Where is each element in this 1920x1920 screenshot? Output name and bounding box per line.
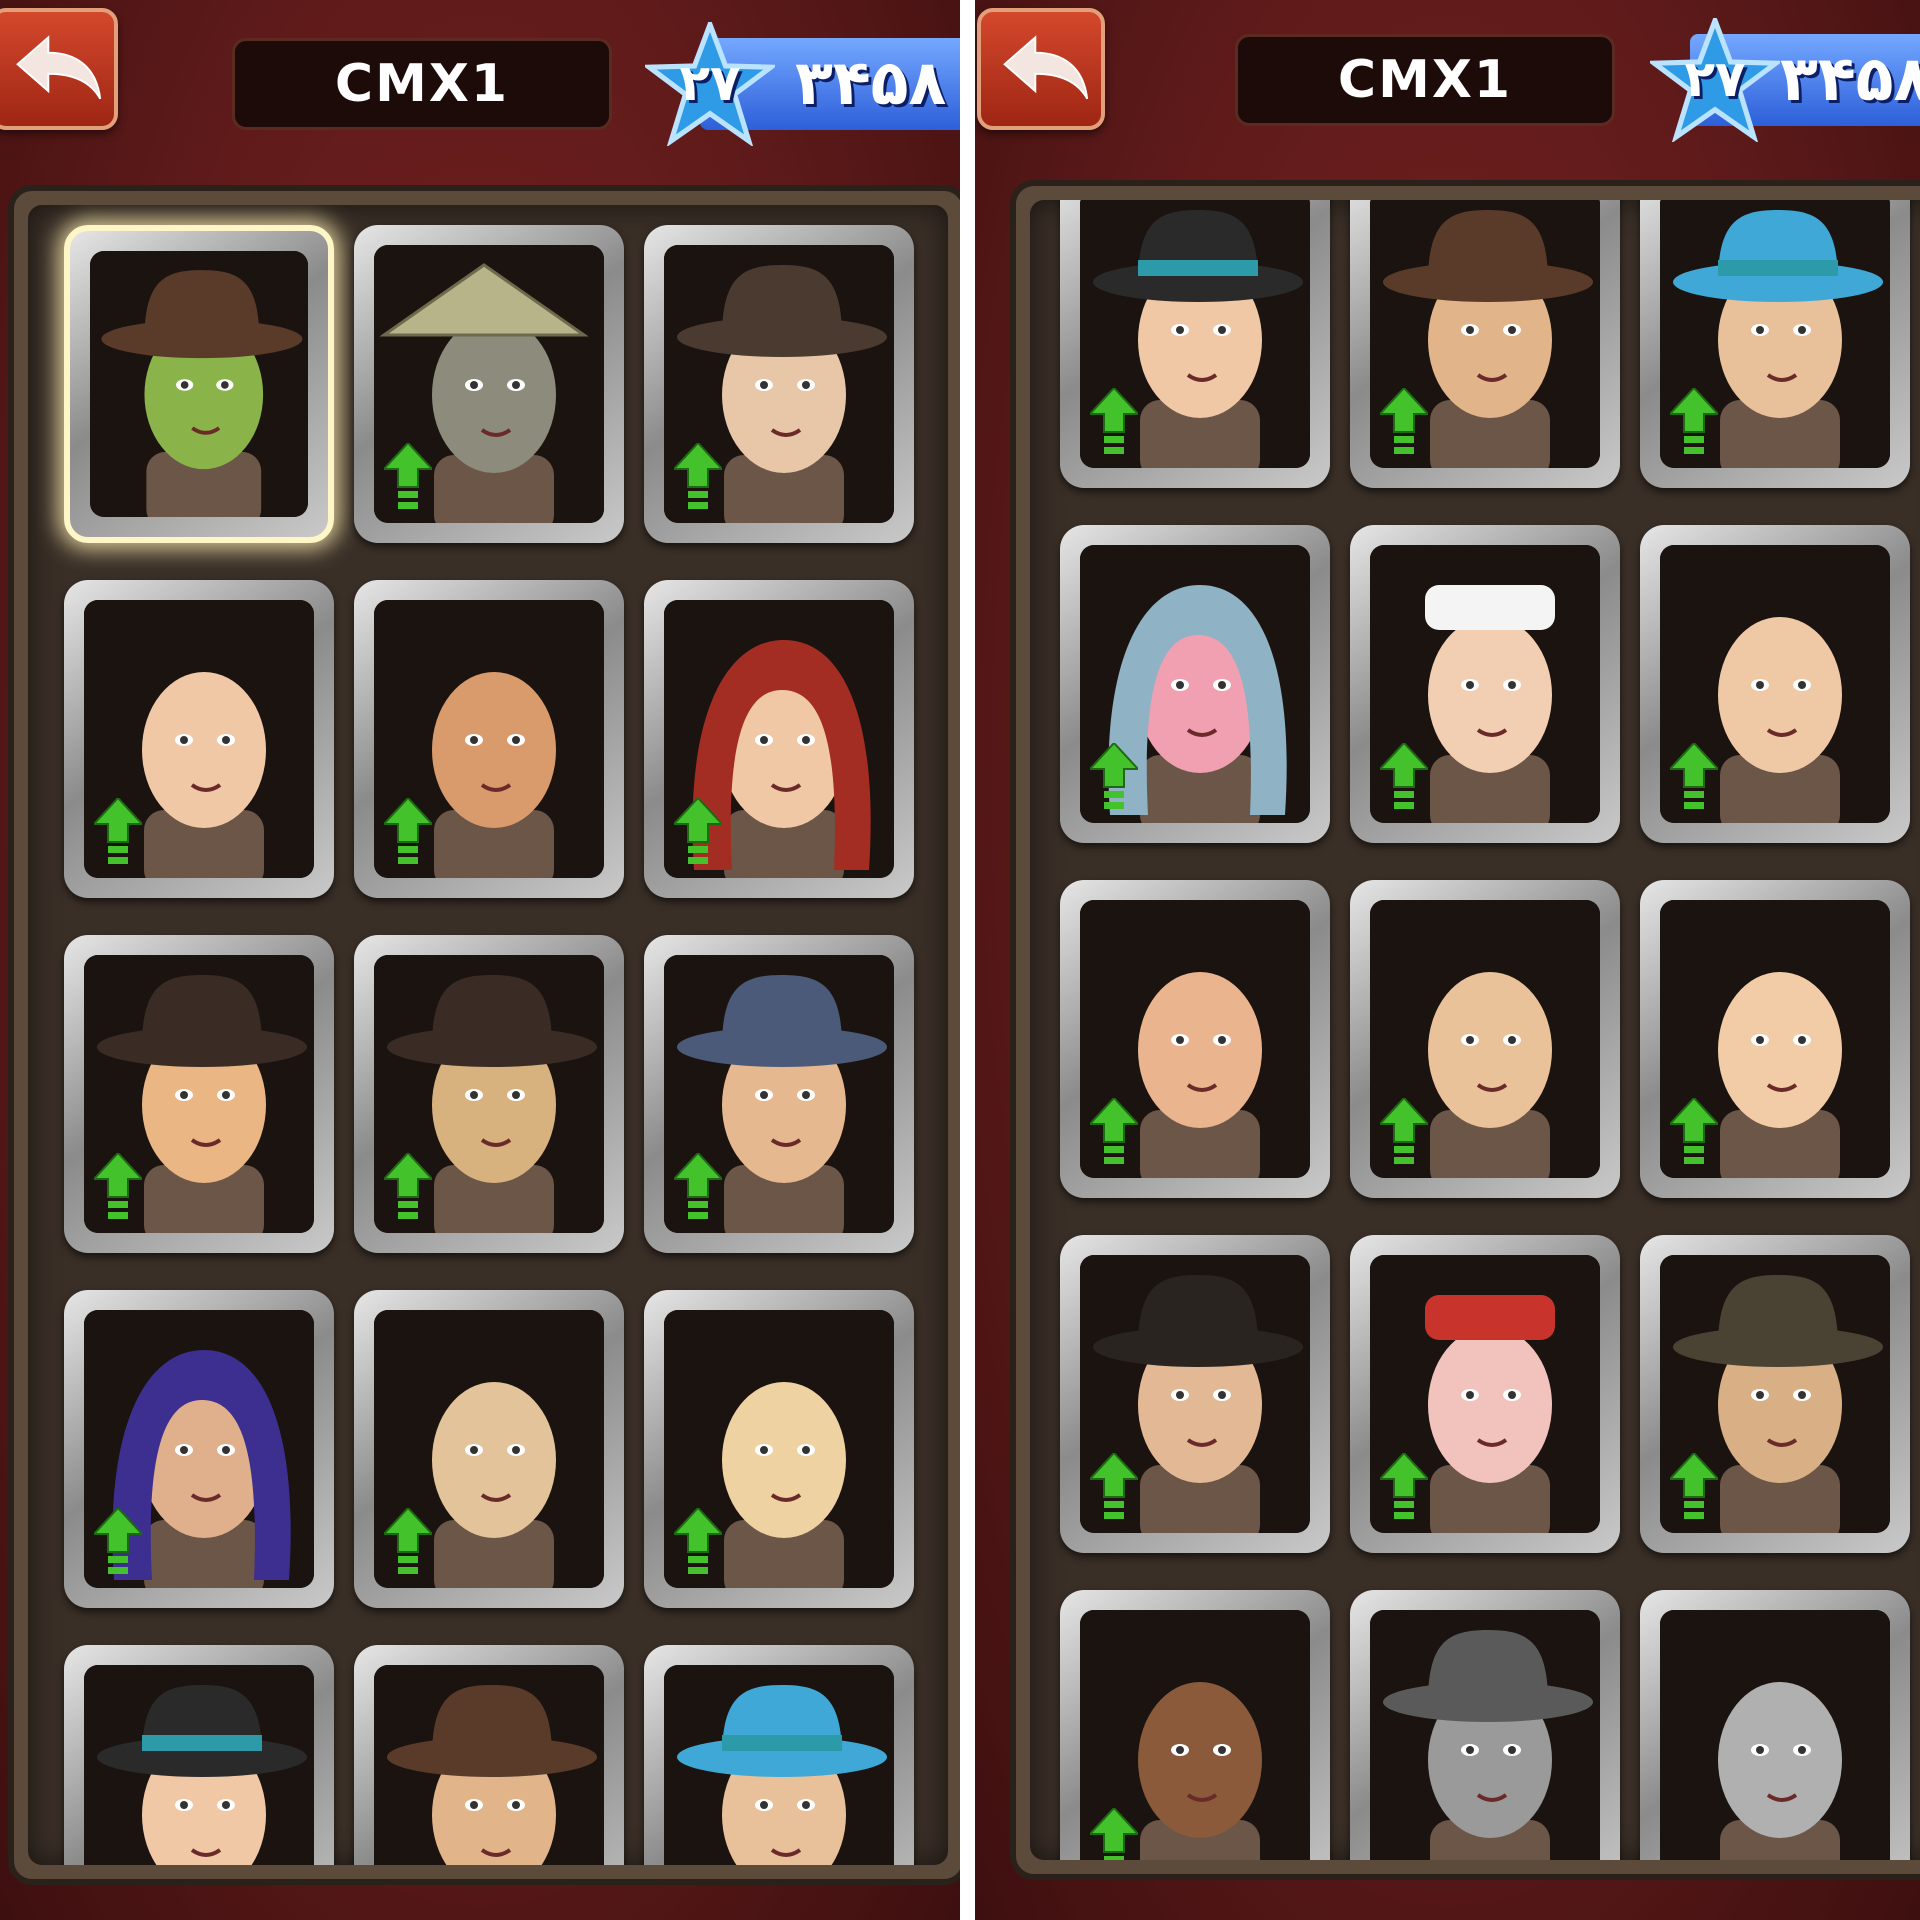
upgrade-arrow-icon bbox=[1667, 1451, 1721, 1523]
character-card[interactable] bbox=[64, 935, 334, 1253]
character-card[interactable] bbox=[1640, 200, 1910, 488]
upgrade-arrow-icon bbox=[381, 1151, 435, 1223]
character-card[interactable] bbox=[1350, 525, 1620, 843]
character-card[interactable] bbox=[354, 935, 624, 1253]
character-portrait bbox=[84, 1665, 314, 1865]
character-card[interactable] bbox=[1350, 1590, 1620, 1860]
upgrade-arrow-icon bbox=[91, 1506, 145, 1578]
upgrade-arrow-icon bbox=[671, 1151, 725, 1223]
score-value: ۳۴۵۸ bbox=[795, 46, 947, 119]
upgrade-arrow-icon bbox=[1667, 386, 1721, 458]
upgrade-arrow-icon bbox=[1377, 386, 1431, 458]
screen-divider bbox=[960, 0, 975, 1920]
upgrade-arrow-icon bbox=[1087, 1451, 1141, 1523]
character-card[interactable] bbox=[64, 580, 334, 898]
character-card[interactable] bbox=[354, 580, 624, 898]
player-name: CMX1 bbox=[232, 38, 612, 130]
upgrade-arrow-icon bbox=[1087, 1096, 1141, 1168]
character-card[interactable] bbox=[1060, 1590, 1330, 1860]
upgrade-arrow-icon bbox=[381, 1506, 435, 1578]
character-card[interactable] bbox=[1060, 525, 1330, 843]
character-card[interactable] bbox=[354, 225, 624, 543]
upgrade-arrow-icon bbox=[91, 1151, 145, 1223]
upgrade-arrow-icon bbox=[1377, 1096, 1431, 1168]
upgrade-arrow-icon bbox=[381, 441, 435, 513]
character-card[interactable] bbox=[644, 935, 914, 1253]
character-portrait bbox=[374, 1665, 604, 1865]
character-card[interactable] bbox=[644, 580, 914, 898]
upgrade-arrow-icon bbox=[671, 441, 725, 513]
character-card[interactable] bbox=[644, 1290, 914, 1608]
level-star: ۲۷ bbox=[641, 17, 779, 148]
character-card[interactable] bbox=[64, 225, 334, 543]
character-portrait bbox=[90, 251, 308, 517]
character-card[interactable] bbox=[1640, 1235, 1910, 1553]
character-card[interactable] bbox=[1350, 1235, 1620, 1553]
upgrade-arrow-icon bbox=[1377, 741, 1431, 813]
character-card[interactable] bbox=[64, 1645, 334, 1865]
character-card[interactable] bbox=[644, 225, 914, 543]
character-card[interactable] bbox=[1060, 880, 1330, 1198]
character-card[interactable] bbox=[644, 1645, 914, 1865]
upgrade-arrow-icon bbox=[1667, 741, 1721, 813]
upgrade-arrow-icon bbox=[1087, 1806, 1141, 1860]
character-portrait bbox=[664, 1665, 894, 1865]
back-arrow-icon bbox=[16, 35, 102, 100]
upgrade-arrow-icon bbox=[1377, 1451, 1431, 1523]
character-card[interactable] bbox=[1640, 525, 1910, 843]
score-value: ۳۴۵۸ bbox=[1780, 42, 1920, 115]
character-grid bbox=[28, 205, 948, 1865]
character-card[interactable] bbox=[1060, 200, 1330, 488]
character-card[interactable] bbox=[1350, 200, 1620, 488]
level-number: ۲۷ bbox=[679, 54, 741, 112]
player-name: CMX1 bbox=[1235, 34, 1615, 126]
character-card[interactable] bbox=[354, 1290, 624, 1608]
level-star: ۲۷ bbox=[1646, 13, 1784, 144]
back-button[interactable] bbox=[977, 8, 1105, 130]
character-card[interactable] bbox=[64, 1290, 334, 1608]
character-card[interactable] bbox=[354, 1645, 624, 1865]
left-screen: CMX1 ۳۴۵۸ ۲۷ bbox=[0, 0, 960, 1920]
upgrade-arrow-icon bbox=[91, 796, 145, 868]
character-card[interactable] bbox=[1060, 1235, 1330, 1553]
character-portrait bbox=[1370, 1610, 1600, 1860]
character-panel bbox=[8, 185, 960, 1885]
upgrade-arrow-icon bbox=[381, 796, 435, 868]
character-card[interactable] bbox=[1640, 1590, 1910, 1860]
character-grid bbox=[1030, 200, 1920, 1860]
upgrade-arrow-icon bbox=[671, 796, 725, 868]
upgrade-arrow-icon bbox=[1087, 741, 1141, 813]
back-arrow-icon bbox=[1003, 35, 1089, 100]
character-panel bbox=[1010, 180, 1920, 1880]
upgrade-arrow-icon bbox=[1667, 1096, 1721, 1168]
upgrade-arrow-icon bbox=[671, 1506, 725, 1578]
character-portrait bbox=[1660, 1610, 1890, 1860]
character-card[interactable] bbox=[1350, 880, 1620, 1198]
character-card[interactable] bbox=[1640, 880, 1910, 1198]
back-button[interactable] bbox=[0, 8, 118, 130]
right-screen: CMX1 ۳۴۵۸ ۲۷ bbox=[975, 0, 1920, 1920]
upgrade-arrow-icon bbox=[1087, 386, 1141, 458]
level-number: ۲۷ bbox=[1684, 50, 1746, 108]
